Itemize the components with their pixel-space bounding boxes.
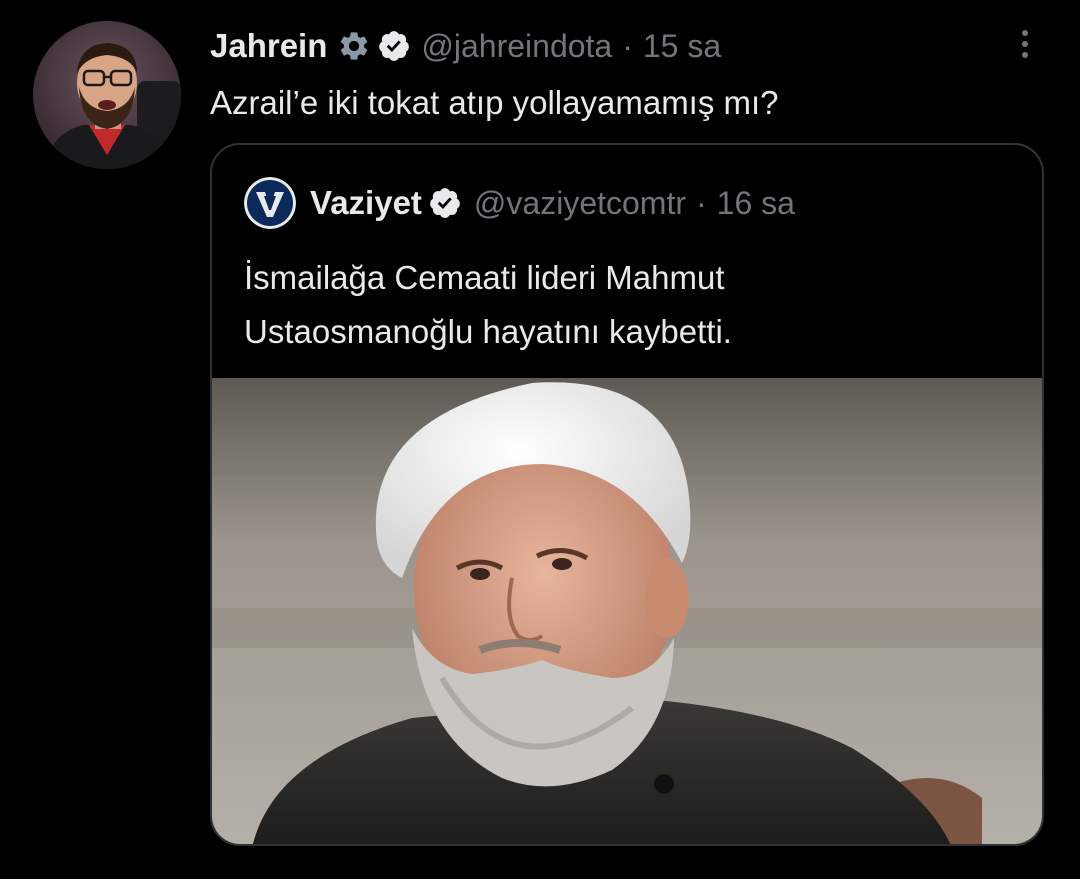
quoted-tweet-text-line: Ustaosmanoğlu hayatını kaybetti. (244, 313, 732, 350)
tweet-timestamp[interactable]: 15 sa (643, 28, 721, 65)
more-options-button[interactable] (1010, 24, 1040, 64)
quoted-tweet-photo[interactable] (212, 378, 1042, 844)
more-options-icon (1022, 41, 1028, 47)
tweet-header: Jahrein @jahreindota · 15 sa (210, 24, 721, 68)
author-avatar[interactable] (33, 21, 181, 169)
tweet-text: Azrail’e iki tokat atıp yollayamamış mı? (210, 84, 779, 121)
more-options-icon (1022, 52, 1028, 58)
avatar-image (33, 21, 181, 169)
vaziyet-logo[interactable] (244, 177, 296, 229)
author-display-name[interactable]: Jahrein (210, 27, 327, 65)
quoted-tweet-timestamp[interactable]: 16 sa (717, 185, 795, 222)
author-handle[interactable]: @jahreindota (421, 28, 612, 65)
quoted-tweet-card[interactable]: Vaziyet @vaziyetcomtr · 16 sa İsmailağa … (210, 143, 1044, 846)
quoted-author-display-name[interactable]: Vaziyet (310, 184, 422, 222)
portrait-photo (212, 378, 1042, 844)
quoted-author-handle[interactable]: @vaziyetcomtr (474, 185, 686, 222)
verified-badge-icon (428, 186, 462, 220)
gear-icon (337, 29, 371, 63)
verified-badge-icon (377, 29, 411, 63)
quoted-tweet-text-line: İsmailağa Cemaati lideri Mahmut (244, 259, 725, 296)
tweet: Jahrein @jahreindota · 15 sa Azrail’e ik… (0, 0, 1080, 879)
more-options-icon (1022, 30, 1028, 36)
separator-dot: · (696, 184, 707, 221)
quoted-tweet-header: Vaziyet @vaziyetcomtr · 16 sa (244, 177, 795, 229)
quoted-tweet-text: İsmailağa Cemaati lideri Mahmut Ustaosma… (244, 251, 1004, 359)
separator-dot: · (622, 27, 633, 64)
